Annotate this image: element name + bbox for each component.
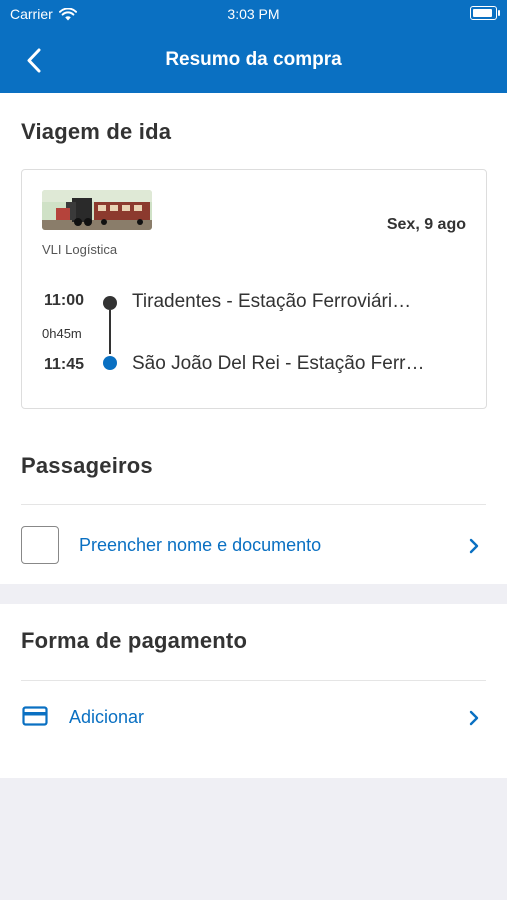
payment-section-title: Forma de pagamento (21, 628, 248, 653)
status-time: 3:03 PM (227, 6, 280, 22)
trip-date: Sex, 9 ago (386, 216, 466, 233)
add-payment-label: Adicionar (69, 707, 145, 727)
fill-passenger-label: Preencher nome e documento (79, 535, 322, 555)
app-header: Carrier 3:03 PM Resumo da compra (0, 0, 507, 93)
trip-duration: 0h45m (42, 326, 82, 341)
chevron-right-icon (469, 538, 479, 554)
destination-dot (103, 356, 117, 370)
arrival-time: 11:45 (44, 356, 85, 373)
company-logo (42, 190, 152, 230)
departure-time: 11:00 (44, 292, 85, 309)
payment-section: Forma de pagamento Adicionar (0, 604, 507, 778)
destination-station: São João Del Rei - Estação Ferr… (132, 353, 425, 374)
add-payment-row[interactable]: Adicionar (0, 682, 507, 758)
trip-section-title: Viagem de ida (21, 119, 172, 144)
trip-card: VLI Logística Sex, 9 ago 11:00 0h45m 11:… (21, 169, 487, 409)
passengers-section-title: Passageiros (21, 453, 153, 478)
credit-card-icon (22, 706, 48, 726)
passenger-checkbox[interactable] (21, 526, 59, 564)
route-line (109, 310, 111, 354)
chevron-right-icon (469, 710, 479, 726)
divider (21, 680, 486, 681)
fill-passenger-row[interactable]: Preencher nome e documento (0, 508, 507, 584)
company-name: VLI Logística (42, 242, 118, 257)
origin-station: Tiradentes - Estação Ferroviári… (132, 291, 412, 312)
status-bar: Carrier 3:03 PM (0, 0, 507, 28)
page-title: Resumo da compra (165, 49, 342, 70)
divider (21, 504, 486, 505)
origin-dot (103, 296, 117, 310)
battery-icon (470, 6, 500, 20)
